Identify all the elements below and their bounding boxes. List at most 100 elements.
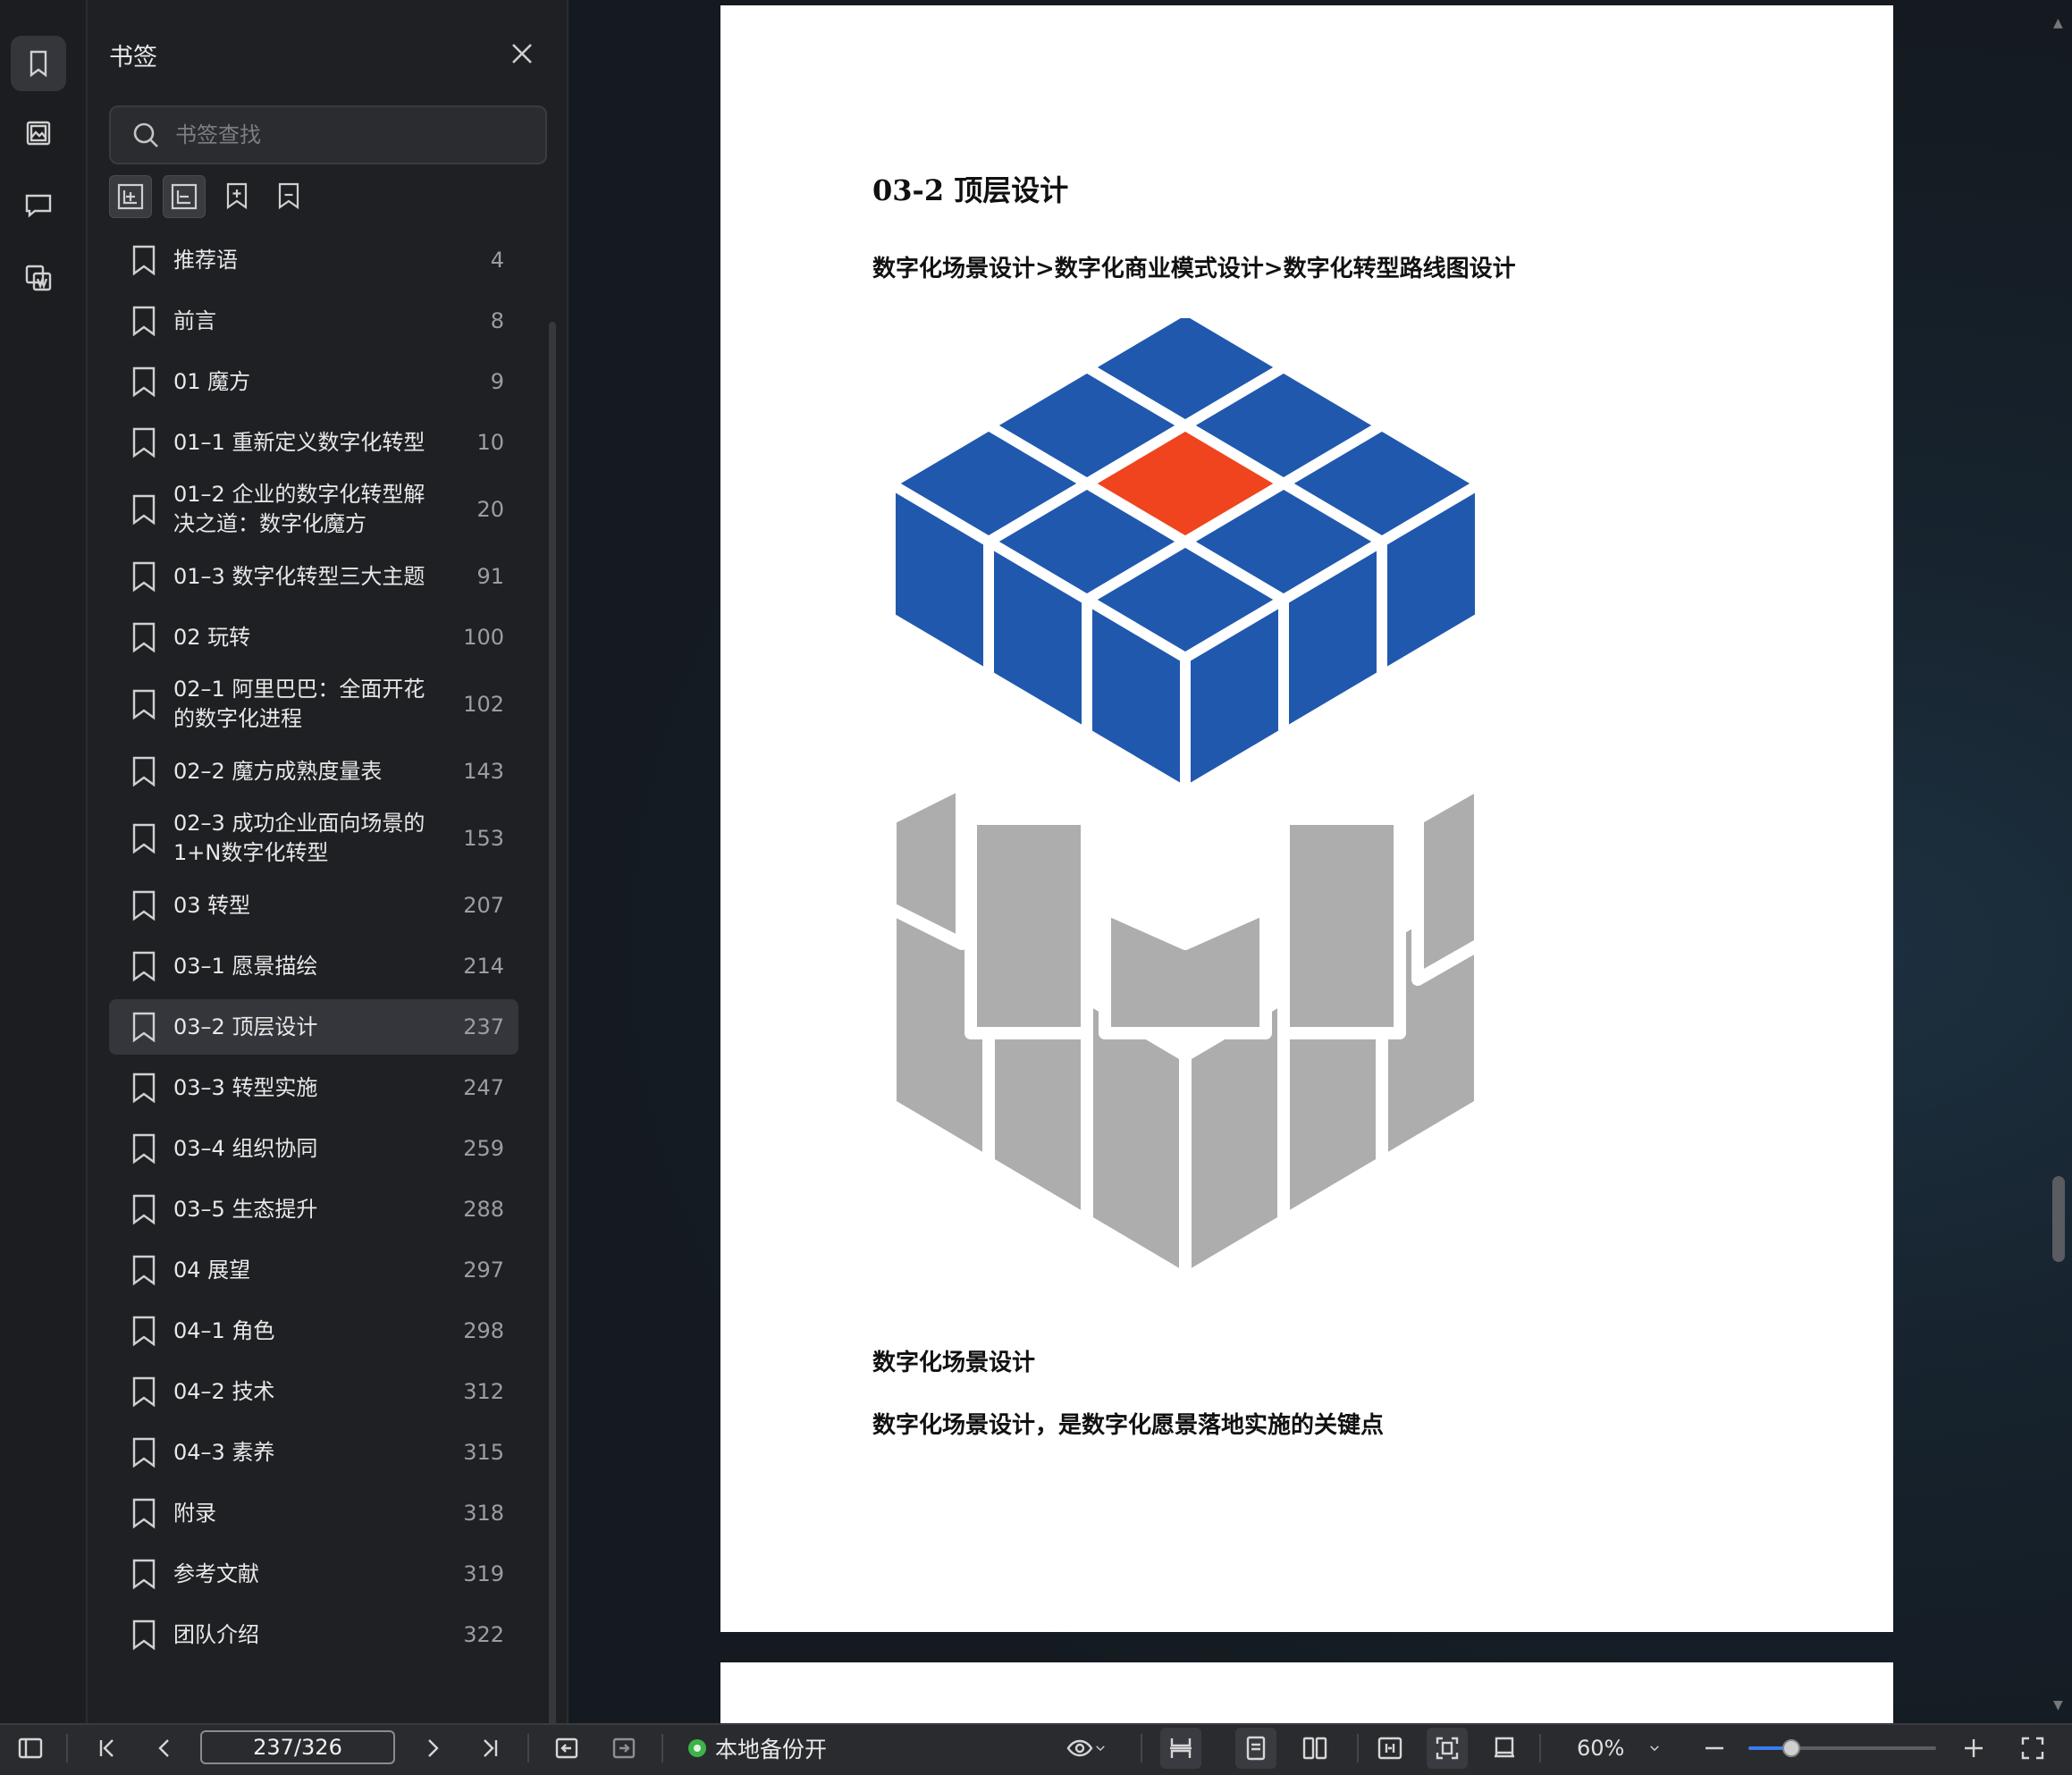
section-paragraph: 数字化场景设计，是数字化愿景落地实施的关键点 [872,1412,1385,1439]
rail-comment-button[interactable] [11,177,66,232]
close-icon [512,44,532,63]
actual-size-icon [1495,1737,1514,1758]
bookmark-page-number: 298 [463,1318,504,1343]
bookmark-item[interactable]: 02 玩转 100 [109,610,518,665]
close-panel-button[interactable] [508,39,536,68]
bookmark-label: 04–2 技术 [173,1378,275,1404]
bookmark-icon [131,560,157,593]
toggle-sidebar-button[interactable] [13,1723,48,1773]
bookmark-item[interactable]: 03 转型 207 [109,878,518,933]
bookmark-item[interactable]: 前言 8 [109,293,518,349]
bookmark-page-number: 214 [463,954,504,979]
continuous-scroll-button[interactable] [1160,1728,1201,1769]
extract-icon [25,265,52,291]
bookmark-item[interactable]: 01–1 重新定义数字化转型 10 [109,415,518,470]
bookmark-item[interactable]: 01 魔方 9 [109,354,518,409]
bookmark-label: 02–2 魔方成熟度量表 [173,758,383,784]
bookmark-page-number: 91 [476,564,504,589]
bookmark-item[interactable]: 03–3 转型实施 247 [109,1060,518,1115]
bookmark-item[interactable]: 02–3 成功企业面向场景的1+N数字化转型 153 [109,804,518,872]
zoom-out-button[interactable] [1697,1723,1732,1773]
eye-mode-dropdown[interactable] [1058,1723,1116,1773]
zoom-dropdown[interactable]: 60% [1577,1723,1662,1773]
two-page-button[interactable] [1294,1723,1335,1773]
single-page-button[interactable] [1235,1728,1276,1769]
bookmark-item[interactable]: 02–2 魔方成熟度量表 143 [109,744,518,799]
bookmark-item[interactable]: 04–1 角色 298 [109,1303,518,1359]
bookmark-item[interactable]: 04–2 技术 312 [109,1364,518,1419]
bookmark-item[interactable]: 01–3 数字化转型三大主题 91 [109,549,518,604]
rail-bookmark-button[interactable] [11,36,66,91]
navigate-forward-button[interactable] [606,1723,642,1773]
bookmark-item[interactable]: 团队介绍 322 [109,1607,518,1662]
back-icon [555,1737,578,1759]
bookmark-icon [131,1011,157,1043]
bookmark-item[interactable]: 03–5 生态提升 288 [109,1182,518,1237]
next-page-button[interactable] [415,1723,451,1773]
bookmark-panel: 书签 推荐语 4 前言 8 01 魔方 9 01–1 重新定义数字化转型 10 01–2 企业的… [88,0,569,1725]
bookmark-page-number: 8 [490,308,504,333]
bookmark-page-number: 237 [463,1014,504,1039]
bookmark-item[interactable]: 04–3 素养 315 [109,1425,518,1480]
bookmark-item[interactable]: 参考文献 319 [109,1546,518,1602]
collapse-all-button[interactable] [163,175,206,218]
zoom-slider[interactable] [1748,1739,1936,1757]
scroll-up-arrow[interactable]: ▲ [2053,16,2063,30]
bookmark-icon [131,822,157,854]
comment-icon [25,194,52,218]
two-page-icon [1302,1737,1327,1760]
local-backup-toggle[interactable]: 本地备份开 [688,1723,827,1773]
last-page-button[interactable] [472,1723,508,1773]
bookmark-page-number: 259 [463,1136,504,1161]
bookmark-item[interactable]: 附录 318 [109,1485,518,1541]
divider [1141,1734,1142,1762]
bookmark-item[interactable]: 01–2 企业的数字化转型解决之道：数字化魔方 20 [109,475,518,543]
actual-size-button[interactable] [1484,1723,1525,1773]
bookmark-page-number: 102 [463,692,504,717]
zoom-level: 60% [1577,1736,1625,1761]
zoom-in-button[interactable] [1956,1723,1992,1773]
rubiks-cube-illustration [884,318,1487,1285]
bookmark-search-box[interactable] [109,105,547,164]
fullscreen-icon [2021,1737,2044,1760]
chevron-left-icon [158,1739,169,1757]
rail-image-button[interactable] [11,105,66,161]
bookmark-item[interactable]: 02–1 阿里巴巴：全面开花的数字化进程 102 [109,670,518,738]
bookmark-list-scrollbar[interactable] [549,322,556,1725]
fit-page-button[interactable] [1427,1728,1468,1769]
page-heading: 03-2 顶层设计 [872,173,1069,207]
bookmark-icon [131,426,157,458]
bookmark-page-number: 247 [463,1075,504,1100]
fit-width-button[interactable] [1369,1723,1411,1773]
backup-status-dot [688,1739,706,1757]
bookmark-page-number: 9 [490,369,504,394]
fullscreen-button[interactable] [2015,1723,2051,1773]
document-viewport[interactable]: 03-2 顶层设计 数字化场景设计>数字化商业模式设计>数字化转型路线图设计 数… [569,0,2072,1723]
document-scrollbar-thumb[interactable] [2052,1176,2065,1262]
panel-title: 书签 [109,44,157,72]
bookmark-item[interactable]: 03–4 组织协同 259 [109,1121,518,1176]
plus-icon [1965,1739,1983,1757]
chevron-right-icon [428,1739,439,1757]
rail-extract-button[interactable] [11,250,66,306]
minus-icon [1706,1746,1723,1750]
bookmark-page-number: 288 [463,1197,504,1222]
bookmark-icon [131,1558,157,1590]
previous-page-button[interactable] [147,1723,182,1773]
bookmark-item[interactable]: 03–1 愿景描绘 214 [109,938,518,994]
scroll-down-arrow[interactable]: ▼ [2053,1698,2063,1712]
page-number-field[interactable]: 237/326 [200,1730,395,1764]
expand-all-button[interactable] [109,175,152,218]
remove-bookmark-button[interactable] [268,175,309,216]
bookmark-item[interactable]: 04 展望 297 [109,1242,518,1298]
bookmark-search-input[interactable] [173,122,517,148]
bookmark-item[interactable]: 03–2 顶层设计 237 [109,999,518,1055]
first-page-button[interactable] [89,1723,125,1773]
bookmark-icon [131,244,157,276]
bookmark-icon [131,1193,157,1225]
bookmark-page-number: 153 [463,826,504,851]
add-bookmark-button[interactable] [216,175,257,216]
add-bookmark-icon [226,182,248,210]
navigate-back-button[interactable] [549,1723,585,1773]
bookmark-item[interactable]: 推荐语 4 [109,232,518,288]
